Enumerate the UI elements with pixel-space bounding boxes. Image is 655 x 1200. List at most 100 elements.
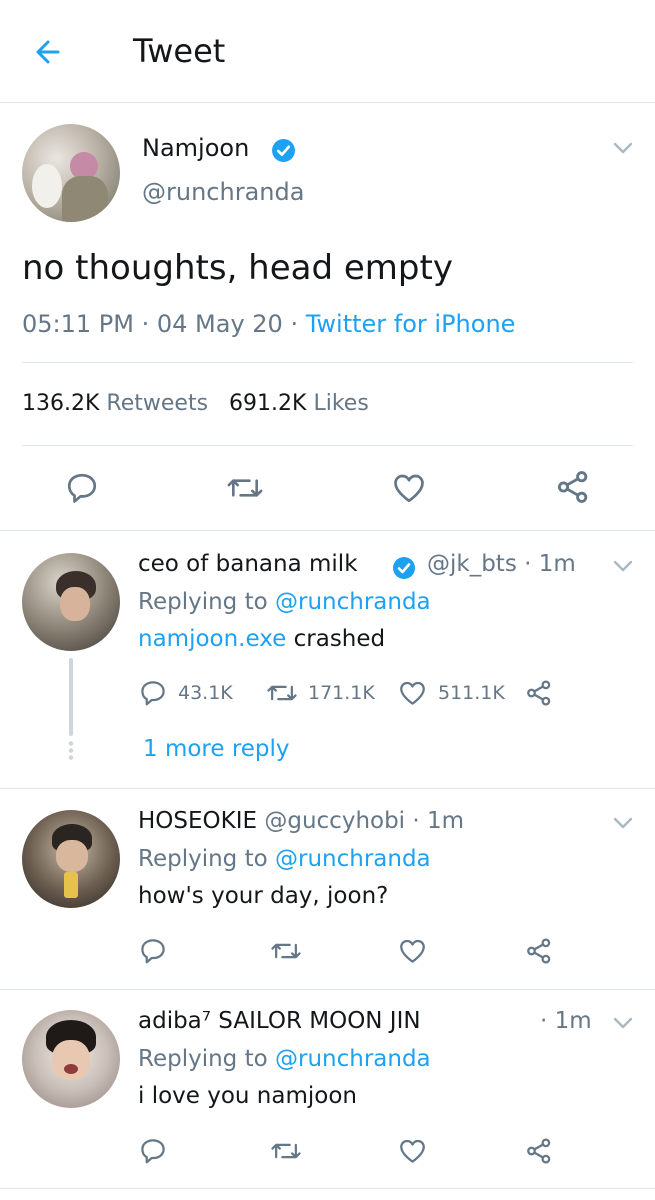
- retweets-stat[interactable]: 136.2K Retweets: [22, 391, 208, 416]
- reply-action-bar: 43.1K 171.1K 511.1K: [138, 678, 578, 712]
- share-button[interactable]: [524, 678, 554, 708]
- share-icon: [527, 1138, 551, 1164]
- like-icon: [400, 681, 425, 705]
- retweet-count: 171.1K: [308, 682, 375, 704]
- thread-dots: [68, 740, 74, 762]
- likes-count: 691.2K: [229, 391, 307, 416]
- retweet-button[interactable]: 171.1K: [266, 678, 375, 708]
- retweet-icon: [267, 685, 297, 701]
- like-button[interactable]: [397, 1136, 428, 1166]
- author-name[interactable]: Namjoon: [142, 134, 249, 162]
- avatar[interactable]: [22, 1010, 120, 1108]
- retweet-icon: [271, 943, 301, 959]
- reply-text: namjoon.exe crashed: [138, 626, 386, 652]
- reply-text-link[interactable]: namjoon.exe: [138, 626, 286, 652]
- reply-icon: [141, 681, 165, 706]
- divider: [0, 989, 655, 990]
- replying-to: Replying to @runchranda: [138, 846, 431, 872]
- chevron-down-icon: [613, 817, 633, 829]
- reply-action-bar: [138, 1136, 578, 1170]
- like-icon: [394, 474, 424, 503]
- share-icon: [527, 938, 551, 964]
- reply-handle[interactable]: @guccyhobi: [264, 808, 405, 834]
- divider: [22, 445, 633, 446]
- back-arrow-icon: [36, 40, 60, 64]
- reply-time: 1m: [427, 808, 465, 834]
- reply-button[interactable]: 43.1K: [138, 678, 233, 708]
- like-count: 511.1K: [438, 682, 505, 704]
- reply-text: how's your day, joon?: [138, 883, 389, 909]
- reply-author-name[interactable]: ceo of banana milk: [138, 551, 358, 577]
- reply-action-bar: [138, 936, 578, 970]
- thread-line: [69, 658, 73, 736]
- header-divider: [0, 102, 655, 103]
- replying-to: Replying to @runchranda: [138, 1046, 431, 1072]
- divider: [0, 788, 655, 789]
- reply-options-button[interactable]: [610, 813, 636, 833]
- back-button[interactable]: [30, 34, 70, 70]
- reply-handle[interactable]: @jk_bts: [427, 551, 517, 577]
- reply-count: 43.1K: [178, 682, 233, 704]
- reply-text: i love you namjoon: [138, 1083, 357, 1109]
- avatar[interactable]: [22, 553, 120, 651]
- tweet-meta: 05:11 PM · 04 May 20 · Twitter for iPhon…: [22, 310, 516, 338]
- share-icon: [557, 471, 588, 503]
- reply-author-name[interactable]: adiba⁷ SAILOR MOON JIN: [138, 1008, 421, 1034]
- divider: [0, 1188, 655, 1189]
- replying-to-link[interactable]: @runchranda: [275, 846, 431, 872]
- retweet-button[interactable]: [270, 936, 302, 966]
- tweet-options-button[interactable]: [610, 138, 636, 158]
- reply-author-row: ceo of banana milk: [138, 551, 358, 577]
- replying-to-link[interactable]: @runchranda: [275, 1046, 431, 1072]
- reply-author-row: HOSEOKIE @guccyhobi · 1m: [138, 808, 465, 834]
- retweet-button[interactable]: [226, 470, 264, 506]
- author-handle[interactable]: @runchranda: [142, 178, 304, 206]
- retweet-button[interactable]: [270, 1136, 302, 1166]
- replying-to-link[interactable]: @runchranda: [275, 589, 431, 615]
- avatar[interactable]: [22, 810, 120, 908]
- share-button[interactable]: [524, 1136, 554, 1166]
- reply-button[interactable]: [138, 1136, 168, 1166]
- verified-badge-icon: [271, 138, 296, 163]
- like-icon: [400, 1139, 425, 1163]
- reply-time: 1m: [538, 551, 576, 577]
- divider: [22, 362, 633, 363]
- share-button[interactable]: [524, 936, 554, 966]
- like-button[interactable]: [390, 470, 428, 506]
- reply-handle-time: @jk_bts · 1m: [427, 551, 576, 577]
- retweets-label: Retweets: [106, 391, 209, 416]
- chevron-down-icon: [613, 142, 633, 154]
- tweet-date: 04 May 20: [156, 310, 283, 338]
- share-icon: [527, 680, 551, 706]
- chevron-down-icon: [613, 560, 633, 572]
- likes-label: Likes: [313, 391, 369, 416]
- reply-icon: [67, 473, 97, 503]
- like-icon: [400, 939, 425, 963]
- reply-button[interactable]: [138, 936, 168, 966]
- replying-to: Replying to @runchranda: [138, 589, 431, 615]
- reply-time-row: · 1m: [540, 1008, 592, 1034]
- retweet-icon: [227, 479, 263, 497]
- tweet-text: no thoughts, head empty: [22, 248, 453, 288]
- reply-button[interactable]: [64, 470, 100, 506]
- retweets-count: 136.2K: [22, 391, 100, 416]
- reply-icon: [141, 939, 165, 964]
- avatar[interactable]: [22, 124, 120, 222]
- page-title: Tweet: [133, 32, 226, 70]
- tweet-time: 05:11 PM: [22, 310, 134, 338]
- divider: [0, 530, 655, 531]
- like-button[interactable]: 511.1K: [397, 678, 505, 708]
- likes-stat[interactable]: 691.2K Likes: [229, 391, 369, 416]
- reply-author-name[interactable]: HOSEOKIE: [138, 808, 257, 834]
- reply-time: 1m: [554, 1008, 592, 1034]
- reply-options-button[interactable]: [610, 1013, 636, 1033]
- more-replies-link[interactable]: 1 more reply: [143, 736, 290, 762]
- like-button[interactable]: [397, 936, 428, 966]
- tweet-stats: 136.2K Retweets 691.2K Likes: [22, 391, 369, 416]
- chevron-down-icon: [613, 1017, 633, 1029]
- share-button[interactable]: [554, 468, 592, 506]
- reply-options-button[interactable]: [610, 556, 636, 576]
- retweet-icon: [271, 1143, 301, 1159]
- tweet-source-link[interactable]: Twitter for iPhone: [306, 310, 516, 338]
- verified-badge-icon: [392, 556, 416, 580]
